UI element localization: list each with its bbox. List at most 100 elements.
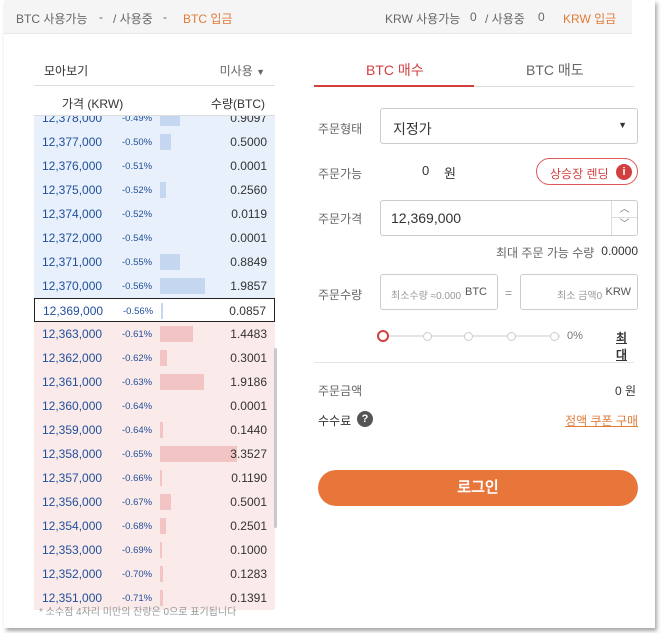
active-tab-indicator [314, 85, 474, 87]
grouping-dropdown[interactable]: 미사용 ▼ [220, 62, 265, 79]
slider-step-50[interactable] [464, 332, 473, 341]
row-price: 12,352,000 [42, 567, 103, 581]
price-input[interactable]: 12,369,000 ︿ ﹀ [380, 200, 638, 236]
amount-input[interactable]: 최소 금액0 KRW [520, 274, 638, 310]
amount-placeholder: 최소 금액0 [557, 291, 603, 302]
quantity-input[interactable]: 최소수량 ≈0.000 BTC [380, 274, 498, 310]
row-price: 12,360,000 [42, 399, 103, 413]
view-all-toggle[interactable]: 모아보기 [44, 62, 88, 79]
tab-btc-sell[interactable]: BTC 매도 [526, 60, 584, 80]
btc-in-use-value: - [163, 10, 167, 24]
chevron-up-icon[interactable]: ︿ [612, 201, 637, 218]
order-book-row-bid[interactable]: 12,352,000 -0.70% 0.1283 [34, 562, 275, 586]
order-book-row-ask[interactable]: 12,377,000 -0.50% 0.5000 [34, 130, 275, 154]
row-change-percent: -0.49% [122, 116, 153, 124]
coupon-link[interactable]: 정액 쿠폰 구매 [565, 412, 638, 429]
depth-bar [160, 278, 206, 294]
order-type-select[interactable]: 지정가 ▼ [380, 108, 638, 144]
row-quantity: 0.0857 [229, 304, 266, 318]
depth-bar [160, 116, 180, 126]
max-quantity-value: 0.0000 [601, 244, 638, 258]
order-book-row-bid[interactable]: 12,361,000 -0.63% 1.9186 [34, 370, 275, 394]
depth-bar [160, 470, 163, 486]
row-price: 12,363,000 [42, 327, 103, 341]
row-change-percent: -0.64% [122, 425, 153, 436]
tab-btc-buy[interactable]: BTC 매수 [366, 60, 424, 80]
login-button[interactable]: 로그인 [318, 470, 638, 506]
quantity-unit: BTC [465, 286, 487, 298]
order-book-toolbar: 모아보기 미사용 ▼ [34, 58, 275, 86]
order-book-row-bid[interactable]: 12,358,000 -0.65% 3.3527 [34, 442, 275, 466]
order-book-row-ask[interactable]: 12,374,000 -0.52% 0.0119 [34, 202, 275, 226]
depth-bar [160, 566, 164, 582]
order-book-row-ask[interactable]: 12,370,000 -0.56% 1.9857 [34, 274, 275, 298]
order-book-row-ask[interactable]: 12,376,000 -0.51% 0.0001 [34, 154, 275, 178]
order-book-row-ask[interactable]: 12,378,000 -0.49% 0.9097 [34, 116, 275, 130]
row-quantity: 3.3527 [230, 447, 267, 461]
order-book-row-bid[interactable]: 12,359,000 -0.64% 0.1440 [34, 418, 275, 442]
depth-bar [161, 303, 164, 319]
depth-bar [160, 542, 163, 558]
row-change-percent: -0.61% [122, 329, 153, 340]
order-book-row-ask[interactable]: 12,375,000 -0.52% 0.2560 [34, 178, 275, 202]
order-book-scrollbar[interactable] [274, 348, 277, 528]
krw-available-value: 0 [470, 10, 477, 24]
row-quantity: 0.1283 [230, 567, 267, 581]
max-quantity-label: 최대 주문 가능 수량 [496, 246, 595, 260]
order-book-row-bid[interactable]: 12,356,000 -0.67% 0.5001 [34, 490, 275, 514]
row-quantity: 0.0001 [230, 231, 267, 245]
depth-bar [160, 374, 204, 390]
rental-button[interactable]: 상승장 렌딩 i [536, 158, 638, 185]
depth-bar [160, 182, 166, 198]
slider-step-100[interactable] [550, 332, 559, 341]
price-label: 주문가격 [318, 212, 363, 226]
amount-unit: KRW [605, 286, 631, 298]
row-change-percent: -0.70% [122, 569, 153, 580]
qty-column-header: 수량(BTC) [210, 97, 265, 111]
order-book-row-ask[interactable]: 12,371,000 -0.55% 0.8849 [34, 250, 275, 274]
depth-bar [160, 446, 237, 462]
row-price: 12,374,000 [42, 207, 103, 221]
slider-step-75[interactable] [507, 332, 516, 341]
slider-step-25[interactable] [423, 332, 432, 341]
order-book-row-bid[interactable]: 12,362,000 -0.62% 0.3001 [34, 346, 275, 370]
row-price: 12,361,000 [42, 375, 103, 389]
order-book-rows[interactable]: 12,378,000 -0.49% 0.9097 12,377,000 -0.50% 0.… [34, 116, 275, 628]
row-quantity: 0.2501 [230, 519, 267, 533]
row-change-percent: -0.63% [122, 377, 153, 388]
max-button[interactable]: 최대 [616, 329, 638, 363]
total-value: 0 원 [614, 384, 636, 398]
row-quantity: 0.0119 [231, 207, 267, 221]
krw-in-use-label: / 사용중 [485, 12, 525, 26]
order-book-row-ask[interactable]: 12,372,000 -0.54% 0.0001 [34, 226, 275, 250]
row-change-percent: -0.56% [123, 306, 154, 317]
row-change-percent: -0.62% [122, 353, 153, 364]
order-book-row-bid[interactable]: 12,363,000 -0.61% 1.4483 [34, 322, 275, 346]
price-value: 12,369,000 [391, 210, 462, 226]
balance-bar: BTC 사용가능 - / 사용중 - BTC 입금 KRW 사용가능 0 / 사… [4, 0, 632, 34]
order-book-row-current[interactable]: 12,369,000 -0.56% 0.0857 [34, 298, 275, 322]
row-quantity: 0.0001 [230, 399, 267, 413]
depth-bar [160, 350, 167, 366]
btc-deposit-link[interactable]: BTC 입금 [183, 10, 232, 27]
row-price: 12,370,000 [42, 279, 103, 293]
row-change-percent: -0.51% [122, 161, 153, 172]
slider-handle[interactable] [377, 330, 389, 342]
order-book-row-bid[interactable]: 12,353,000 -0.69% 0.1000 [34, 538, 275, 562]
order-book-row-bid[interactable]: 12,357,000 -0.66% 0.1190 [34, 466, 275, 490]
row-price: 12,369,000 [43, 304, 104, 318]
btc-in-use-label: / 사용중 [113, 12, 153, 26]
available-label: 주문가능 [318, 167, 363, 181]
depth-bar [160, 254, 180, 270]
total-label: 주문금액 [318, 384, 363, 398]
row-price: 12,362,000 [42, 351, 103, 365]
row-change-percent: -0.69% [122, 545, 153, 556]
krw-deposit-link[interactable]: KRW 입금 [563, 10, 616, 27]
order-book-row-bid[interactable]: 12,360,000 -0.64% 0.0001 [34, 394, 275, 418]
btc-available-label: BTC 사용가능 [16, 12, 88, 26]
trading-widget: BTC 사용가능 - / 사용중 - BTC 입금 KRW 사용가능 0 / 사… [4, 0, 655, 628]
order-book-row-bid[interactable]: 12,354,000 -0.68% 0.2501 [34, 514, 275, 538]
help-icon[interactable]: ? [357, 411, 373, 427]
info-icon: i [616, 164, 632, 180]
chevron-down-icon[interactable]: ﹀ [612, 218, 637, 234]
